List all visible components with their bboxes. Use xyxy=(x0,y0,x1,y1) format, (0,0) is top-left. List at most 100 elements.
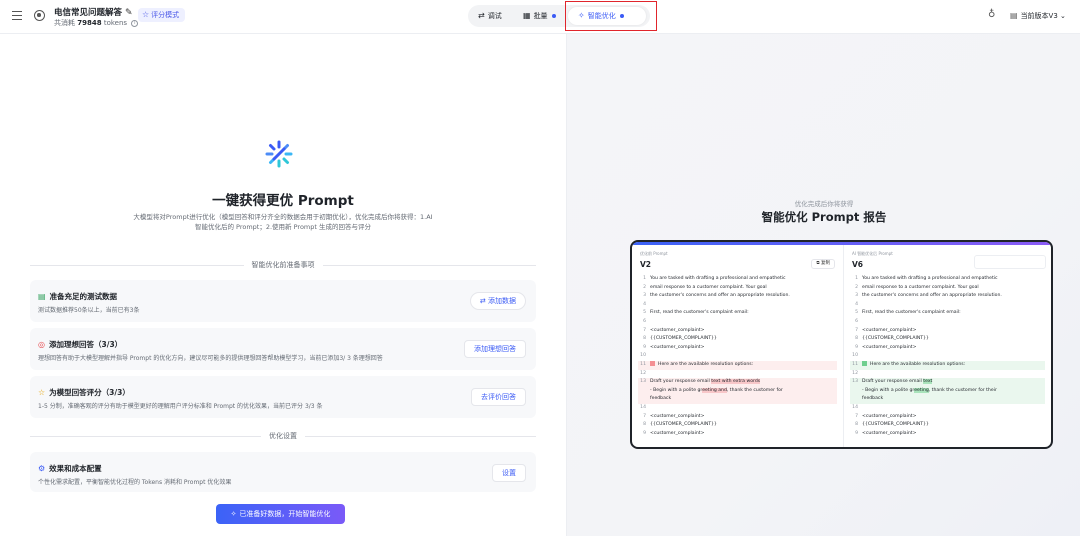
line-number: 10 xyxy=(852,353,858,359)
line-text: <customer_complaint> xyxy=(650,413,705,419)
after-version: V6 xyxy=(852,260,864,269)
after-header-field xyxy=(974,255,1046,269)
code-line: 7 <customer_complaint> xyxy=(850,413,1045,422)
code-line: 8 {{CUSTOMER_COMPLAINT}} xyxy=(850,335,1045,344)
token-prefix: 共消耗 xyxy=(54,19,75,27)
after-prompt-column: AI 智能优化后 Prompt V6 1 You are tasked with … xyxy=(844,245,1051,447)
code-line: 4 xyxy=(638,301,837,310)
tab-batch-label: 批量 xyxy=(533,12,548,20)
info-icon[interactable]: i xyxy=(131,19,139,27)
diff-marker xyxy=(650,360,655,366)
code-line: 10 xyxy=(638,352,837,361)
document-icon: ▤ xyxy=(1010,11,1018,20)
line-text: You are tasked with drafting a professio… xyxy=(650,276,786,281)
code-line: 13 Draft your response email text xyxy=(850,378,1045,387)
rate-answers-button[interactable]: 去评价回答 xyxy=(471,388,526,406)
line-number: 12 xyxy=(852,370,858,376)
token-suffix: tokens xyxy=(103,19,128,27)
line-text: {{CUSTOMER_COMPLAINT}} xyxy=(650,336,717,342)
code-line: 2 email response to a customer complaint.… xyxy=(850,284,1045,293)
line-number: 2 xyxy=(643,284,646,290)
add-data-label: 添加数据 xyxy=(488,297,516,305)
shuffle-icon: ⇄ xyxy=(479,297,488,305)
code-line: 8 {{CUSTOMER_COMPLAINT}} xyxy=(638,335,837,344)
table-icon: ▤ xyxy=(38,292,46,301)
line-text: <customer_complaint> xyxy=(862,430,917,436)
code-line: 10 xyxy=(850,352,1045,361)
hero-title: 一键获得更优 Prompt xyxy=(212,193,354,209)
app-logo-icon xyxy=(34,10,45,21)
code-line: 12 xyxy=(638,370,837,379)
section-title-settings: 优化设置 xyxy=(261,432,305,440)
line-number: 4 xyxy=(643,301,646,307)
chevron-down-icon: ⌄ xyxy=(1057,12,1066,20)
card-rate-answers: ☆ 为模型回答评分（3/3） 1-5 分制，准确客观的评分有助于模型更好的理解用户… xyxy=(30,376,536,418)
line-number: 4 xyxy=(855,301,858,307)
before-code: 1 You are tasked with drafting a professi… xyxy=(638,275,837,438)
section-divider-prep: 智能优化前准备事项 xyxy=(30,260,536,270)
code-line: 12 xyxy=(850,370,1045,379)
code-line: 9 <customer_complaint> xyxy=(638,344,837,353)
line-number: 8 xyxy=(643,336,646,342)
code-line: 9 <customer_complaint> xyxy=(850,344,1045,353)
diff-highlight: text with extra words xyxy=(711,379,761,385)
app-title: 电信常见问题解答 ✎ xyxy=(54,6,133,18)
code-line: 6 xyxy=(850,318,1045,327)
sparkle-icon: ✧ xyxy=(230,510,237,518)
line-number: 7 xyxy=(643,327,646,333)
code-line: 7 <customer_complaint> xyxy=(638,327,837,336)
code-line: 11 Here are the available resolution opti… xyxy=(638,360,837,370)
line-number: 3 xyxy=(643,293,646,299)
section-divider-settings: 优化设置 xyxy=(30,431,536,441)
settings-button[interactable]: 设置 xyxy=(492,464,526,482)
line-text: Here are the available resolution option… xyxy=(870,361,966,367)
diff-highlight: eeting xyxy=(914,387,929,393)
edit-icon[interactable]: ✎ xyxy=(125,8,133,18)
debug-icon: ⇄ xyxy=(478,11,485,20)
line-text: <customer_complaint> xyxy=(650,430,705,436)
code-line: 7 <customer_complaint> xyxy=(850,327,1045,336)
code-line: 11 Here are the available resolution opti… xyxy=(850,360,1045,370)
code-line: 4 xyxy=(850,301,1045,310)
after-code: 1 You are tasked with drafting a professi… xyxy=(850,275,1045,438)
line-number: 14 xyxy=(852,404,858,410)
start-optimize-button[interactable]: ✧ 已准备好数据，开始智能优化 xyxy=(216,504,345,524)
line-number: 7 xyxy=(855,413,858,419)
tab-debug[interactable]: ⇄ 调试 xyxy=(478,7,502,25)
copy-label: 复制 xyxy=(821,261,830,266)
card-test-data: ▤ 准备充足的测试数据 测试数据推荐50条以上，当前已有3条 ⇄ 添加数据 xyxy=(30,280,536,322)
line-number: 9 xyxy=(643,344,646,350)
card-title: 添加理想回答（3/3） xyxy=(48,340,123,349)
star-icon: ☆ xyxy=(142,10,150,19)
code-line: 2 email response to a customer complaint.… xyxy=(638,284,837,293)
copy-button[interactable]: ⧉ 复制 xyxy=(811,259,835,269)
tab-batch[interactable]: ▦ 批量 xyxy=(523,7,556,25)
code-line: 8 {{CUSTOMER_COMPLAINT}} xyxy=(638,421,837,430)
add-ideal-answer-button[interactable]: 添加理想回答 xyxy=(464,340,526,358)
diff-highlight: text xyxy=(923,379,933,385)
code-line: 1 You are tasked with drafting a professi… xyxy=(638,275,837,284)
line-text: email response to a customer complaint. … xyxy=(862,284,979,290)
lightbulb-icon[interactable]: ♁ xyxy=(988,9,995,20)
menu-icon[interactable] xyxy=(12,11,22,20)
add-data-button[interactable]: ⇄ 添加数据 xyxy=(469,292,526,310)
code-line: 5 First, read the customer's complaint em… xyxy=(850,309,1045,318)
line-text: Draft your response email text with extr… xyxy=(650,379,761,385)
diff-highlight: eeting and xyxy=(702,387,727,393)
card-title: 效果和成本配置 xyxy=(49,464,102,473)
version-selector[interactable]: ▤ 当前版本V3 ⌄ xyxy=(1002,8,1072,24)
line-text: Here are the available resolution option… xyxy=(658,361,754,367)
code-line: 1 You are tasked with drafting a professi… xyxy=(850,275,1045,284)
mode-badge-label: 评分模式 xyxy=(151,11,180,19)
line-number: 9 xyxy=(855,430,858,436)
before-prompt-column: 优化前 Prompt V2 ⧉ 复制 1 You are tasked with … xyxy=(632,245,844,447)
code-line: feedback xyxy=(850,395,1045,404)
code-line: 9 <customer_complaint> xyxy=(638,430,837,439)
code-line: 6 xyxy=(638,318,837,327)
line-number: 11 xyxy=(640,361,646,367)
scoring-mode-badge[interactable]: ☆ 评分模式 xyxy=(138,8,186,22)
line-number: 6 xyxy=(643,318,646,324)
line-number: 6 xyxy=(855,318,858,324)
code-line: 8 {{CUSTOMER_COMPLAINT}} xyxy=(850,421,1045,430)
line-number: 8 xyxy=(643,422,646,428)
